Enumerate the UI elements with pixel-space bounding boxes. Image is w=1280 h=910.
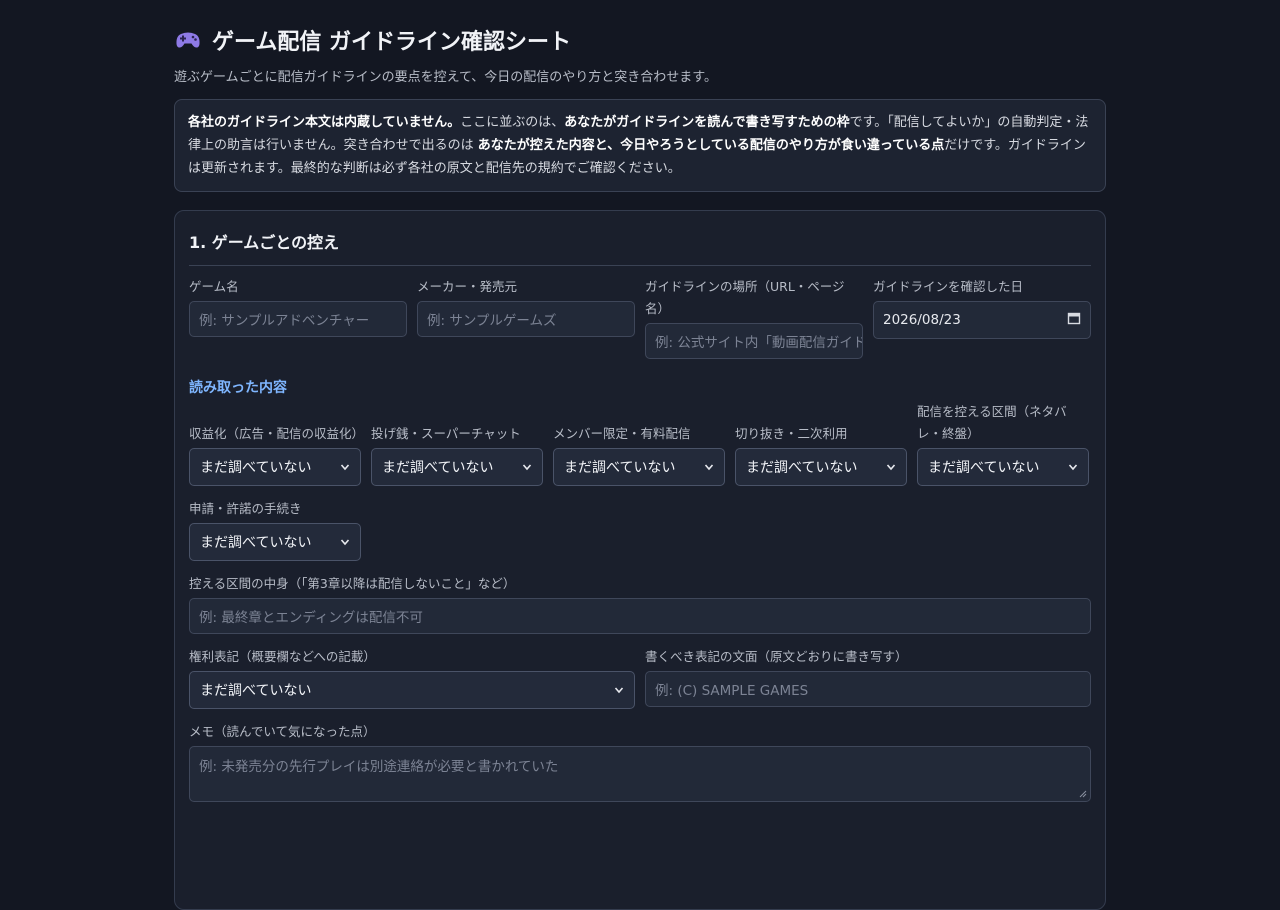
rights-field: 権利表記（概要欄などへの記載） まだ調べていない — [189, 646, 635, 709]
chevron-down-icon — [704, 464, 714, 471]
permission-label: 申請・許諾の手続き — [189, 501, 302, 516]
guideline-location-label: ガイドラインの場所（URL・ページ名） — [645, 279, 845, 316]
maker-placeholder: 例: サンプルゲームズ — [427, 313, 557, 329]
rights-text-input[interactable]: 例: (C) SAMPLE GAMES — [645, 671, 1091, 707]
clipping-label: 切り抜き・二次利用 — [735, 426, 848, 441]
chevron-down-icon — [614, 687, 624, 694]
permission-value: まだ調べていない — [200, 535, 312, 551]
disclaimer-notice: 各社のガイドライン本文は内蔵していません。ここに並ぶのは、あなたがガイドラインを… — [174, 99, 1106, 192]
rights-value: まだ調べていない — [200, 683, 312, 699]
member-only-label: メンバー限定・有料配信 — [553, 426, 691, 441]
rights-text-placeholder: 例: (C) SAMPLE GAMES — [655, 683, 809, 699]
chevron-down-icon — [1068, 464, 1078, 471]
monetization-field: 収益化（広告・配信の収益化） まだ調べていない — [189, 423, 365, 486]
page-title: ゲーム配信 ガイドライン確認シート — [212, 30, 572, 55]
permission-select[interactable]: まだ調べていない — [189, 523, 361, 561]
game-name-input[interactable]: 例: サンプルアドベンチャー — [189, 301, 407, 337]
notice-bold-3: あなたが控えた内容と、今日やろうとしている配信のやり方が食い違っている点 — [477, 138, 945, 153]
permission-field: 申請・許諾の手続き まだ調べていない — [189, 498, 361, 561]
restricted-section-label: 配信を控える区間（ネタバレ・終盤） — [917, 404, 1067, 441]
checked-date-input[interactable]: 2026/08/23 — [873, 301, 1091, 339]
chevron-down-icon — [340, 539, 350, 546]
restricted-content-label: 控える区間の中身（「第3章以降は配信しないこと」など） — [189, 576, 516, 591]
notice-bold-1: 各社のガイドライン本文は内蔵していません。 — [188, 115, 461, 130]
tipping-field: 投げ銭・スーパーチャット まだ調べていない — [371, 423, 543, 486]
member-only-select[interactable]: まだ調べていない — [553, 448, 725, 486]
memo-textarea[interactable]: 例: 未発売分の先行プレイは別途連絡が必要と書かれていた — [189, 746, 1091, 802]
member-only-field: メンバー限定・有料配信 まだ調べていない — [553, 423, 725, 486]
restricted-section-value: まだ調べていない — [928, 460, 1040, 476]
restricted-content-placeholder: 例: 最終章とエンディングは配信不可 — [199, 610, 423, 626]
checked-date-value: 2026/08/23 — [883, 312, 961, 328]
rights-label: 権利表記（概要欄などへの記載） — [189, 649, 376, 664]
memo-placeholder: 例: 未発売分の先行プレイは別途連絡が必要と書かれていた — [199, 759, 559, 775]
monetization-value: まだ調べていない — [200, 460, 312, 476]
guideline-location-field: ガイドラインの場所（URL・ページ名） 例: 公式サイト内「動画配信ガイド」 — [645, 276, 863, 359]
restricted-content-input[interactable]: 例: 最終章とエンディングは配信不可 — [189, 598, 1091, 634]
clipping-value: まだ調べていない — [746, 460, 858, 476]
game-name-label: ゲーム名 — [189, 279, 239, 294]
checked-date-label: ガイドラインを確認した日 — [873, 279, 1024, 294]
guideline-location-placeholder: 例: 公式サイト内「動画配信ガイド」 — [655, 335, 863, 351]
member-only-value: まだ調べていない — [564, 460, 676, 476]
tipping-value: まだ調べていない — [382, 460, 494, 476]
guideline-location-input[interactable]: 例: 公式サイト内「動画配信ガイド」 — [645, 323, 863, 359]
resize-handle-icon[interactable] — [1079, 790, 1087, 798]
notice-text-1: ここに並ぶのは、 — [460, 115, 565, 130]
rights-text-field: 書くべき表記の文面（原文どおりに書き写す） 例: (C) SAMPLE GAME… — [645, 646, 1091, 709]
restricted-section-select[interactable]: まだ調べていない — [917, 448, 1089, 486]
rights-text-label: 書くべき表記の文面（原文どおりに書き写す） — [645, 649, 908, 664]
page-container: ゲーム配信 ガイドライン確認シート 遊ぶゲームごとに配信ガイドラインの要点を控え… — [174, 24, 1106, 910]
maker-field: メーカー・発売元 例: サンプルゲームズ — [417, 276, 635, 359]
clipping-select[interactable]: まだ調べていない — [735, 448, 907, 486]
chevron-down-icon — [522, 464, 532, 471]
notice-bold-2: あなたがガイドラインを読んで書き写すための枠 — [564, 115, 850, 130]
maker-label: メーカー・発売元 — [417, 279, 518, 294]
read-content-header: 読み取った内容 — [189, 380, 287, 396]
page-subtitle: 遊ぶゲームごとに配信ガイドラインの要点を控えて、今日の配信のやり方と突き合わせま… — [174, 70, 718, 85]
calendar-icon[interactable] — [1067, 311, 1081, 329]
maker-input[interactable]: 例: サンプルゲームズ — [417, 301, 635, 337]
chevron-down-icon — [340, 464, 350, 471]
restricted-content-field: 控える区間の中身（「第3章以降は配信しないこと」など） 例: 最終章とエンディン… — [189, 573, 1091, 634]
gamepad-icon — [174, 26, 202, 54]
chevron-down-icon — [886, 464, 896, 471]
game-name-placeholder: 例: サンプルアドベンチャー — [199, 313, 370, 329]
page-title-row: ゲーム配信 ガイドライン確認シート — [174, 24, 1106, 56]
restricted-section-field: 配信を控える区間（ネタバレ・終盤） まだ調べていない — [917, 401, 1089, 486]
memo-field: メモ（読んでいて気になった点） 例: 未発売分の先行プレイは別途連絡が必要と書か… — [189, 721, 1091, 802]
game-notes-section: 1. ゲームごとの控え ゲーム名 例: サンプルアドベンチャー メーカー・発売元… — [174, 210, 1106, 910]
tipping-label: 投げ銭・スーパーチャット — [371, 426, 521, 441]
monetization-label: 収益化（広告・配信の収益化） — [189, 426, 365, 441]
section-title: 1. ゲームごとの控え — [189, 225, 1091, 266]
game-name-field: ゲーム名 例: サンプルアドベンチャー — [189, 276, 407, 359]
rights-select[interactable]: まだ調べていない — [189, 671, 635, 709]
memo-label: メモ（読んでいて気になった点） — [189, 724, 376, 739]
monetization-select[interactable]: まだ調べていない — [189, 448, 361, 486]
checked-date-field: ガイドラインを確認した日 2026/08/23 — [873, 276, 1091, 359]
clipping-field: 切り抜き・二次利用 まだ調べていない — [735, 423, 907, 486]
tipping-select[interactable]: まだ調べていない — [371, 448, 543, 486]
